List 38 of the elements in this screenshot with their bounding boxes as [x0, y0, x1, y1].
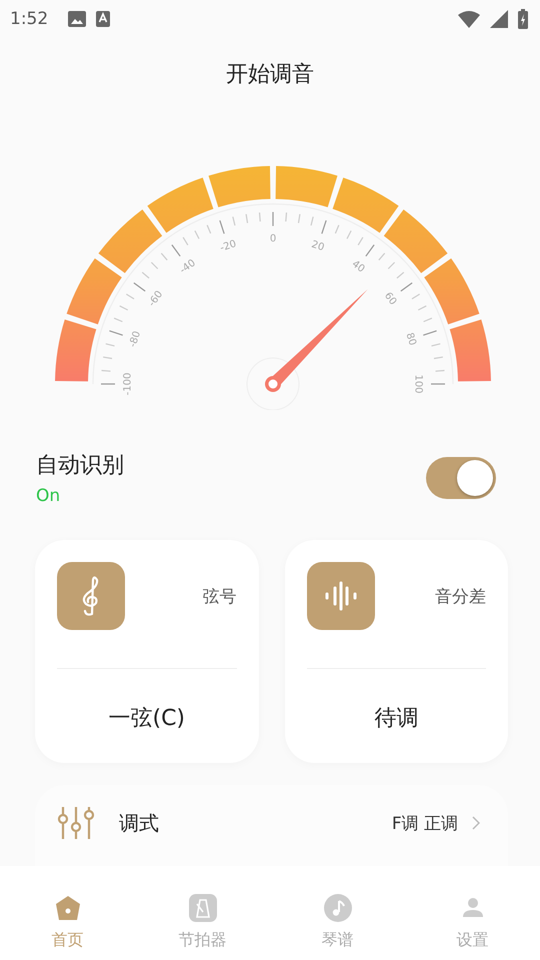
scale-label: -60: [146, 289, 166, 309]
nav-tab[interactable]: 节拍器: [135, 866, 270, 960]
nav-tab[interactable]: 琴谱: [270, 866, 405, 960]
auto-detect-label: 自动识别: [36, 452, 125, 480]
picture-icon: [68, 11, 86, 27]
nav-tab[interactable]: 设置: [405, 866, 540, 960]
keyboard-icon: [96, 11, 110, 27]
scale-label: 0: [270, 234, 276, 245]
battery-icon: [518, 9, 528, 29]
scale-label: -20: [218, 238, 238, 254]
metronome-icon: [188, 894, 216, 922]
home-icon: [54, 894, 82, 922]
card-label: 弦号: [202, 586, 236, 608]
mode-label: 调式: [119, 810, 160, 836]
scale-label: -40: [178, 258, 198, 276]
sliders-icon: [57, 806, 95, 840]
signal-icon: [490, 10, 508, 28]
wifi-icon: [458, 10, 480, 28]
card-value: 一弦(C): [107, 705, 186, 733]
scale-label: 80: [403, 332, 418, 348]
auto-detect-status: On: [36, 486, 62, 506]
card-value: 待调: [373, 705, 420, 733]
scale-label: 40: [350, 258, 366, 276]
hub-ring: [246, 358, 300, 410]
scale-label: -100: [122, 372, 134, 396]
auto-detect-toggle[interactable]: [426, 457, 496, 499]
scale-label: 60: [382, 290, 398, 308]
chevron-right-icon: [472, 816, 480, 830]
card-label: 音分差: [435, 586, 486, 608]
scale-label: 20: [310, 239, 326, 254]
scale-label: 100: [412, 374, 424, 394]
mode-value: F调 正调: [392, 812, 458, 834]
music-note-icon: [324, 894, 352, 922]
sound-wave-icon: [324, 581, 358, 611]
status-time: 1:52: [10, 9, 48, 29]
nav-tab[interactable]: 首页: [0, 866, 135, 960]
scale-label: -80: [128, 330, 144, 349]
page-title: 开始调音: [225, 61, 315, 89]
